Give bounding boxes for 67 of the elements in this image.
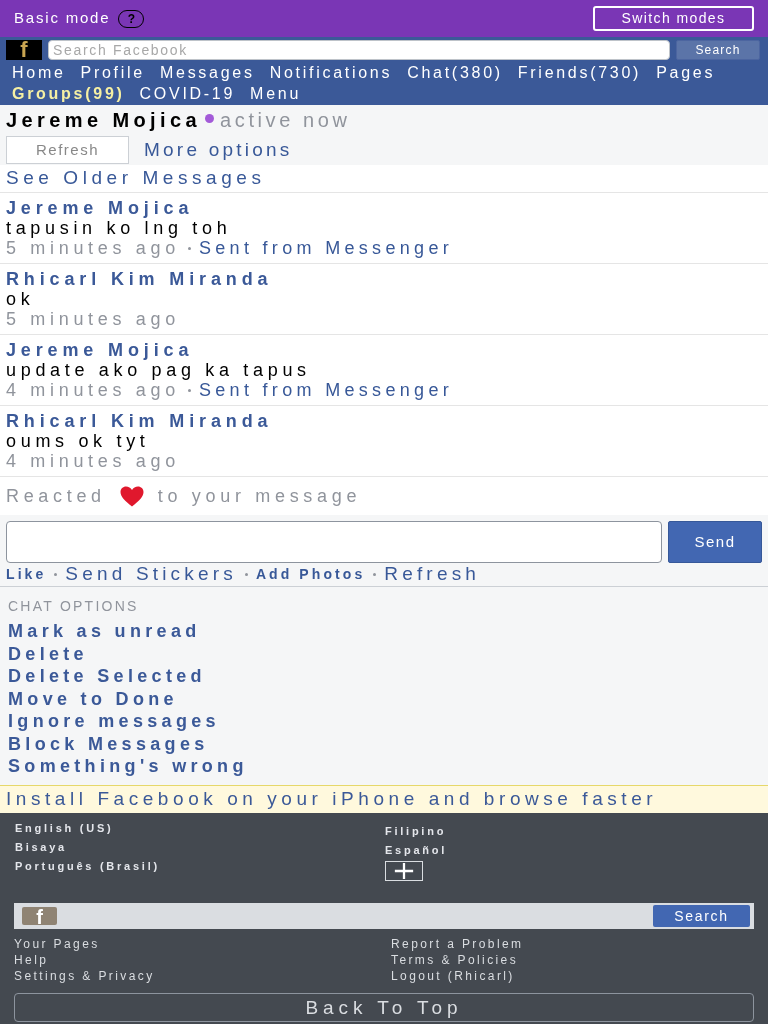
sender-name[interactable]: Jereme Mojica: [6, 198, 194, 218]
chat-option-link[interactable]: Something's wrong: [8, 755, 248, 778]
composer-action-link[interactable]: Send Stickers: [65, 563, 237, 585]
nav-link[interactable]: Profile: [80, 62, 145, 83]
reaction-text: to your message: [157, 484, 362, 508]
chat-option-link[interactable]: Block Messages: [8, 732, 209, 755]
chat-option-link[interactable]: Mark as unread: [8, 620, 201, 643]
more-options-link[interactable]: More options: [144, 136, 293, 165]
chat-option-link[interactable]: Delete Selected: [8, 665, 206, 688]
chat-option-link[interactable]: Delete: [8, 642, 88, 665]
nav-link[interactable]: Pages: [656, 62, 716, 83]
message-text: update ako pag ka tapus: [6, 360, 311, 380]
composer-action-link[interactable]: Add Photos: [255, 563, 366, 585]
language-link[interactable]: Filipino: [385, 822, 447, 841]
sender-name[interactable]: Jereme Mojica: [6, 340, 194, 360]
language-link[interactable]: Português (Brasil): [15, 857, 160, 876]
language-link[interactable]: Bisaya: [15, 838, 67, 857]
message-input-field[interactable]: [6, 521, 662, 563]
back-to-top-button[interactable]: Back To Top: [14, 993, 754, 1022]
nav-link[interactable]: Groups(99): [12, 83, 125, 104]
reaction-text: Reacted: [6, 484, 106, 508]
composer-action-link[interactable]: Like: [6, 563, 47, 585]
composer-action-link[interactable]: Refresh: [384, 563, 481, 585]
footer-link[interactable]: Report a Problem: [391, 936, 524, 952]
mode-label: Basic mode: [14, 8, 111, 29]
nav-link[interactable]: COVID-19: [139, 83, 236, 104]
plus-icon: [394, 863, 414, 879]
chat-options-heading: CHAT OPTIONS: [8, 597, 139, 615]
sender-name[interactable]: Rhicarl Kim Miranda: [6, 411, 273, 431]
language-link[interactable]: English (US): [15, 819, 114, 838]
see-older-messages-link[interactable]: See Older Messages: [6, 164, 266, 193]
nav-link[interactable]: Friends(730): [517, 62, 642, 83]
footer-link[interactable]: Help: [14, 952, 49, 968]
switch-modes-button[interactable]: Switch modes: [593, 6, 754, 31]
search-button[interactable]: Search: [653, 905, 750, 927]
nav-link[interactable]: Menu: [250, 83, 301, 104]
footer-link[interactable]: Settings & Privacy: [14, 968, 155, 984]
nav-link[interactable]: Messages: [159, 62, 255, 83]
message-text: oums ok tyt: [6, 431, 150, 451]
sent-from-messenger-link[interactable]: Sent from Messenger: [198, 238, 454, 258]
nav-link[interactable]: Chat(380): [407, 62, 503, 83]
footer-link[interactable]: Logout (Rhicarl): [391, 968, 515, 984]
facebook-logo[interactable]: f: [22, 907, 57, 925]
message-text: tapusin ko lng toh: [6, 218, 232, 238]
message-text: ok: [6, 289, 35, 309]
message-time: 5 minutes ago: [6, 309, 180, 329]
install-banner[interactable]: Install Facebook on your iPhone and browse faster: [0, 785, 768, 813]
chat-option-link[interactable]: Move to Done: [8, 687, 178, 710]
language-link[interactable]: Español: [385, 841, 448, 860]
contact-name: Jereme Mojica: [6, 108, 202, 133]
message-time: 5 minutes ago: [6, 238, 180, 258]
search-button[interactable]: Search: [676, 40, 760, 60]
send-button[interactable]: Send: [668, 521, 762, 563]
chat-option-link[interactable]: Ignore messages: [8, 710, 220, 733]
sender-name[interactable]: Rhicarl Kim Miranda: [6, 269, 273, 289]
search-field[interactable]: Search Facebook: [48, 40, 670, 60]
facebook-logo[interactable]: f: [6, 40, 42, 60]
more-languages-button[interactable]: [385, 861, 423, 881]
footer-link[interactable]: Your Pages: [14, 936, 100, 952]
message-time: 4 minutes ago: [6, 451, 180, 471]
nav-link[interactable]: Home: [12, 62, 66, 83]
nav-link[interactable]: Notifications: [269, 62, 393, 83]
active-status: active now: [220, 108, 351, 133]
sent-from-messenger-link[interactable]: Sent from Messenger: [198, 380, 454, 400]
message-time: 4 minutes ago: [6, 380, 180, 400]
footer-link[interactable]: Terms & Policies: [391, 952, 519, 968]
refresh-button[interactable]: Refresh: [6, 136, 129, 165]
